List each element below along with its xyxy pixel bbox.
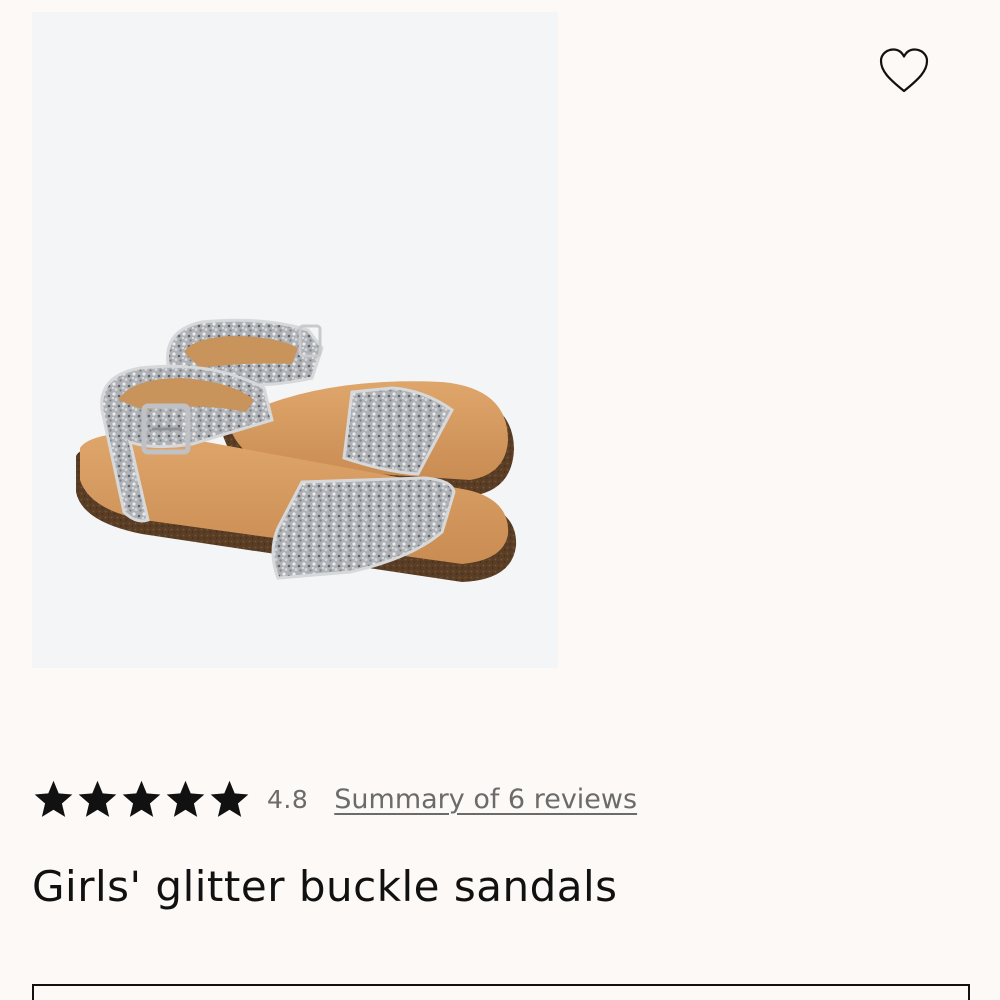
sandals-illustration <box>76 318 517 582</box>
star-icon <box>122 780 161 817</box>
star-icon <box>34 780 73 817</box>
star-icon <box>166 780 205 817</box>
product-page: 4.8 Summary of 6 reviews Girls' glitter … <box>0 0 1000 1000</box>
rating-row: 4.8 Summary of 6 reviews <box>32 776 637 822</box>
heart-icon <box>879 48 929 93</box>
star-icon <box>210 780 249 817</box>
rating-value: 4.8 <box>267 784 309 814</box>
product-title: Girls' glitter buckle sandals <box>32 862 618 911</box>
star-rating <box>32 778 251 821</box>
reviews-summary-link[interactable]: Summary of 6 reviews <box>334 784 637 815</box>
star-icon <box>78 780 117 817</box>
product-image[interactable] <box>32 12 558 668</box>
wishlist-button[interactable] <box>874 44 934 98</box>
size-selector-box[interactable] <box>32 984 970 1000</box>
